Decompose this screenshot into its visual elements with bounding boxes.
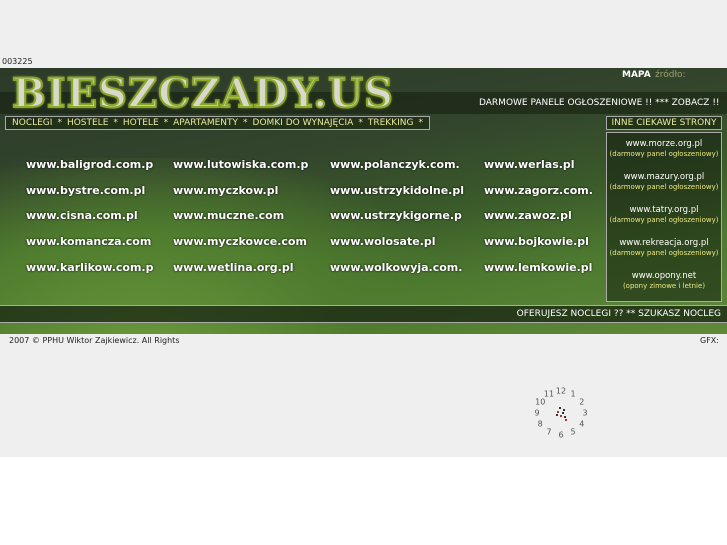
other-site-url[interactable]: www.tatry.org.pl	[607, 205, 721, 215]
nav-item[interactable]: TREKKING	[368, 118, 414, 128]
other-site-desc: (darmowy panel ogłoszeniowy)	[609, 249, 719, 257]
nav-separator: *	[113, 118, 118, 128]
site-link[interactable]: www.bystre.com.pl	[26, 184, 145, 197]
other-site-item[interactable]: www.rekreacja.org.pl (darmowy panel ogłos…	[607, 238, 721, 258]
clock-number: 12	[555, 386, 567, 396]
clock-number: 7	[546, 427, 552, 437]
site-link[interactable]: www.ustrzykigorne.p	[330, 209, 462, 222]
other-site-url[interactable]: www.opony.net	[607, 271, 721, 281]
site-link[interactable]: www.werlas.pl	[484, 158, 575, 171]
site-link[interactable]: www.polanczyk.com.	[330, 158, 460, 171]
gfx-credit: GFX:	[700, 336, 719, 345]
clock-number: 8	[537, 419, 543, 429]
banner: BIESZCZADY.US MAPA źródło: DARMOWE PANEL…	[0, 68, 727, 334]
site-link[interactable]: www.ustrzykidolne.pl	[330, 184, 464, 197]
clock-number: 3	[582, 408, 588, 418]
clock-hand-dot	[556, 414, 558, 416]
site-link[interactable]: www.lemkowie.pl	[484, 261, 592, 274]
other-site-item[interactable]: www.opony.net (opony zimowe i letnie)	[607, 271, 721, 291]
other-site-desc: (darmowy panel ogłoszeniowy)	[609, 150, 719, 158]
nav-separator: *	[358, 118, 363, 128]
clock-number: 2	[579, 397, 585, 407]
site-logo[interactable]: BIESZCZADY.US	[11, 69, 394, 118]
nav-separator: *	[243, 118, 248, 128]
clock-hand-dot	[563, 409, 565, 411]
site-link[interactable]: www.lutowiska.com.p	[173, 158, 308, 171]
map-link[interactable]: MAPA	[622, 70, 651, 80]
other-site-desc: (darmowy panel ogłoszeniowy)	[609, 216, 719, 224]
nav-item[interactable]: HOTELE	[123, 118, 159, 128]
other-sites-title: INNE CIEKAWE STRONY	[606, 116, 722, 130]
other-site-item[interactable]: www.tatry.org.pl (darmowy panel ogłoszeni…	[607, 205, 721, 225]
other-sites-list: www.morze.org.pl (darmowy panel ogłoszeni…	[606, 132, 722, 302]
site-link[interactable]: www.muczne.com	[173, 209, 284, 222]
clock-number: 4	[579, 419, 585, 429]
site-link[interactable]: www.cisna.com.pl	[26, 209, 138, 222]
other-site-url[interactable]: www.morze.org.pl	[607, 139, 721, 149]
clock-hand-dot	[560, 415, 562, 417]
site-link[interactable]: www.wetlina.org.pl	[173, 261, 294, 274]
site-link[interactable]: www.myczkow.pl	[173, 184, 278, 197]
nav-separator: *	[163, 118, 169, 128]
site-link[interactable]: www.myczkowce.com	[173, 235, 307, 248]
site-link[interactable]: www.zawoz.pl	[484, 209, 572, 222]
other-site-url[interactable]: www.mazury.org.pl	[607, 172, 721, 182]
other-site-item[interactable]: www.mazury.org.pl (darmowy panel ogłoszen…	[607, 172, 721, 192]
clock-number: 5	[570, 427, 576, 437]
site-link[interactable]: www.baligrod.com.p	[26, 158, 153, 171]
nav-separator: *	[418, 118, 423, 128]
bottom-bar: OFERUJESZ NOCLEGI ?? ** SZUKASZ NOCLEG	[0, 305, 727, 323]
nav-item[interactable]: DOMKI DO WYNAJĘCIA	[253, 118, 354, 128]
copyright: 2007 © PPHU Wiktor Zajkiewicz. All Right…	[9, 336, 180, 345]
nav-item[interactable]: APARTAMENTY	[173, 118, 238, 128]
nav-item[interactable]: HOSTELE	[67, 118, 108, 128]
clock-hand-dot	[562, 412, 564, 414]
site-link[interactable]: www.bojkowie.pl	[484, 235, 589, 248]
site-link[interactable]: www.komancza.com	[26, 235, 151, 248]
other-site-desc: (opony zimowe i letnie)	[622, 282, 706, 290]
clock-hand-dot	[557, 411, 559, 413]
clock-number: 1	[570, 389, 576, 399]
other-site-desc: (darmowy panel ogłoszeniowy)	[609, 183, 719, 191]
other-site-url[interactable]: www.rekreacja.org.pl	[607, 238, 721, 248]
clock-hand-dot	[564, 416, 566, 418]
site-link[interactable]: www.karlikow.com.p	[26, 261, 153, 274]
main-nav: NOCLEGI * HOSTELE * HOTELE * APARTAMENTY * DOMKI…	[5, 116, 430, 130]
visit-counter: 003225	[2, 57, 33, 66]
clock-number: 6	[558, 430, 564, 440]
clock-hand-dot	[559, 407, 561, 409]
site-link[interactable]: www.zagorz.com.	[484, 184, 593, 197]
site-link[interactable]: www.wolkowyja.com.	[330, 261, 462, 274]
lodging-offer-link[interactable]: OFERUJESZ NOCLEGI ?? ** SZUKASZ NOCLEG	[517, 309, 721, 319]
site-link[interactable]: www.wolosate.pl	[330, 235, 436, 248]
nav-separator: *	[57, 118, 62, 128]
clock-number: 9	[534, 408, 540, 418]
free-panels-promo-link[interactable]: DARMOWE PANELE OGŁOSZENIOWE !! *** ZOBAC…	[479, 98, 720, 108]
clock-hand-dot	[565, 419, 567, 421]
clock-number: 11	[543, 389, 555, 399]
nav-item[interactable]: NOCLEGI	[12, 118, 52, 128]
source-label: źródło:	[655, 70, 686, 80]
clock-number: 10	[535, 397, 546, 407]
other-site-item[interactable]: www.morze.org.pl (darmowy panel ogłoszeni…	[607, 139, 721, 159]
